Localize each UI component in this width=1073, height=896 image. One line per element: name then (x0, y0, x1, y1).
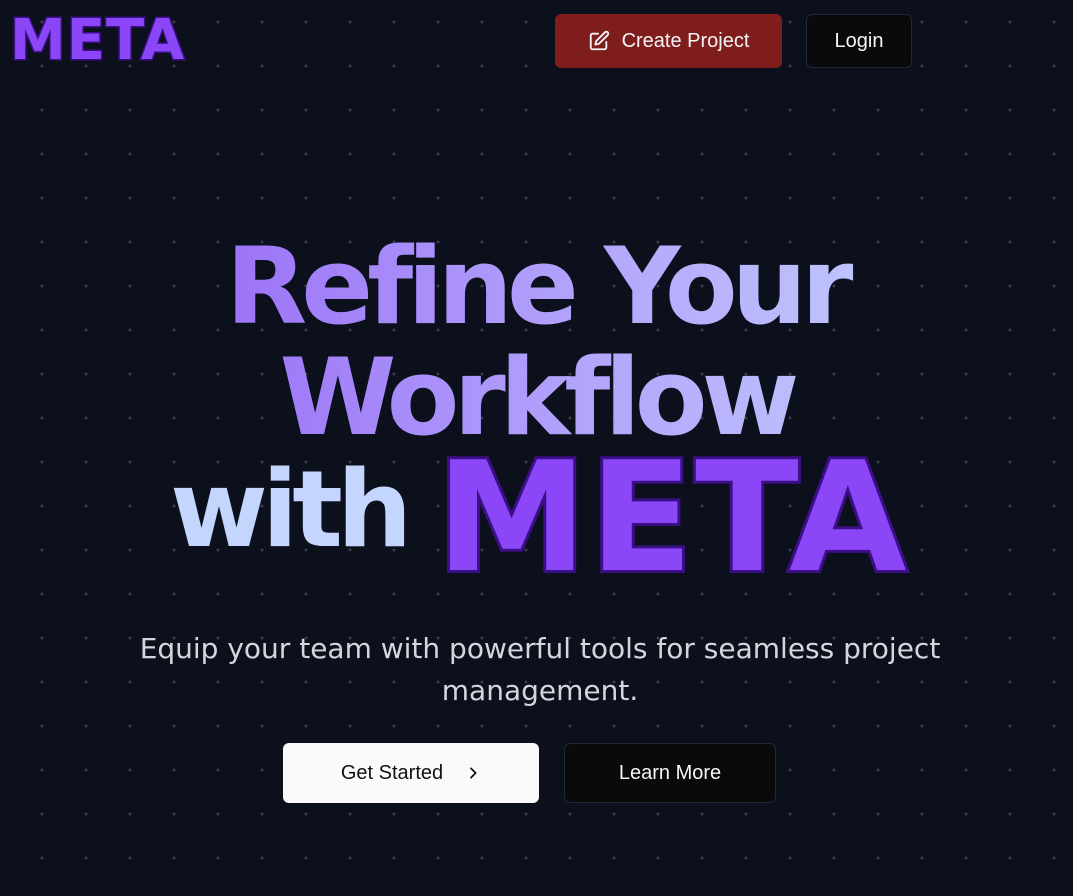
get-started-button[interactable]: Get Started (283, 743, 539, 803)
edit-icon (588, 30, 610, 52)
hero-subtitle: Equip your team with powerful tools for … (139, 632, 941, 707)
create-project-button[interactable]: Create Project (555, 14, 782, 68)
hero-title-brand: META (433, 429, 910, 606)
chevron-right-icon (465, 765, 481, 781)
learn-more-button[interactable]: Learn More (564, 743, 776, 803)
get-started-label: Get Started (340, 761, 444, 784)
hero-title-with: with (170, 448, 412, 571)
login-button[interactable]: Login (806, 14, 912, 68)
learn-more-label: Learn More (618, 761, 722, 784)
login-label: Login (834, 29, 884, 52)
create-project-label: Create Project (621, 29, 750, 52)
hero-title-line-1: Refine Your (0, 232, 1073, 342)
logo[interactable]: META (8, 7, 185, 75)
